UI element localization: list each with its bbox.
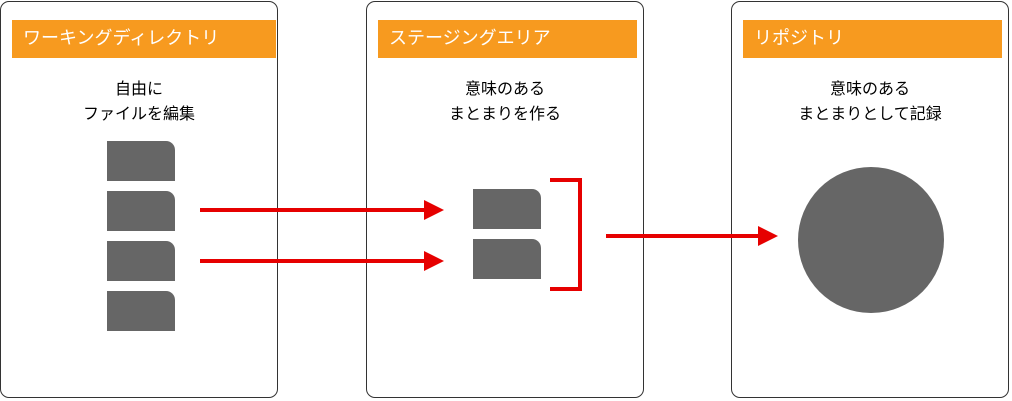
arrow-staging-to-repository: [606, 226, 778, 246]
repository-commit-circle: [798, 167, 944, 313]
flow-overlay: [200, 167, 944, 313]
staging-group-bracket: [550, 178, 582, 291]
arrow-working-to-staging-2: [200, 251, 444, 271]
arrow-working-to-staging-1: [200, 200, 444, 220]
